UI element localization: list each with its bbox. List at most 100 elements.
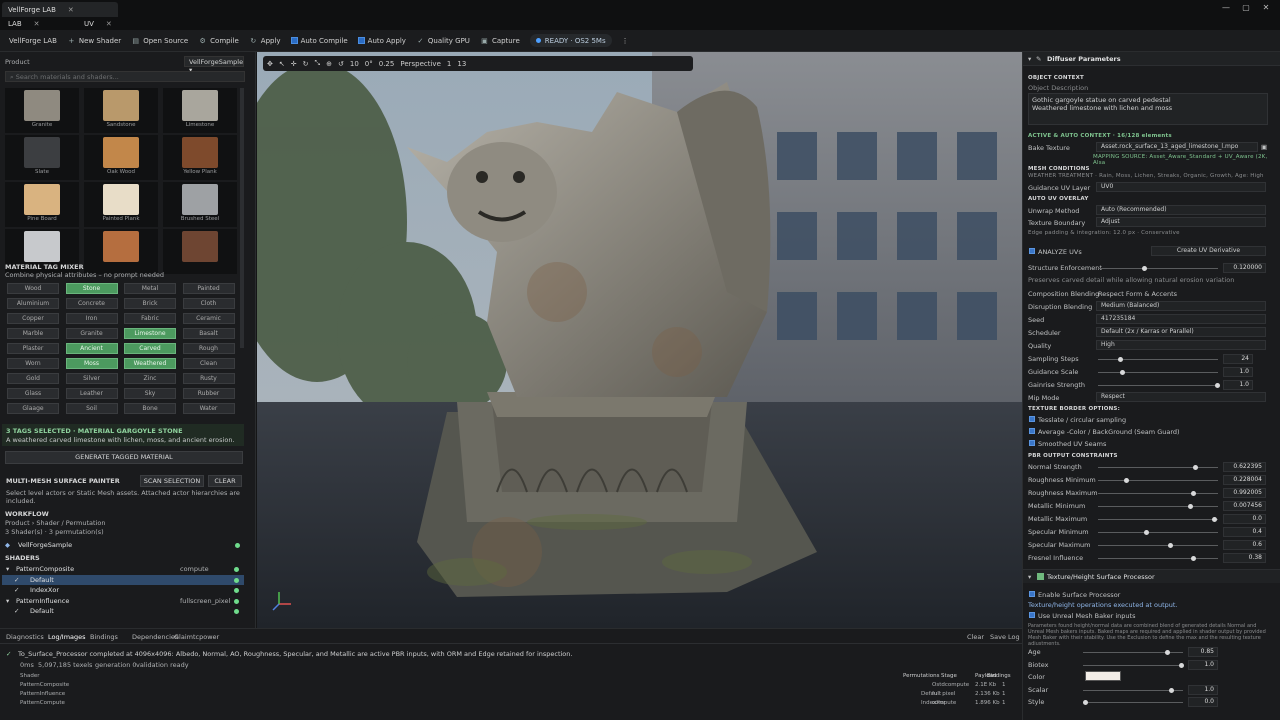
shader-row[interactable]: ✓ Default [2, 574, 244, 585]
pbr-slider[interactable] [1098, 465, 1218, 470]
tag-concrete[interactable]: Concrete [65, 298, 118, 309]
use-unreal-baker-checkbox[interactable] [1029, 612, 1035, 618]
scheduler-select[interactable]: Default (2x / Karras or Parallel) [1096, 327, 1266, 337]
tag-rough[interactable]: Rough [182, 343, 235, 354]
tag-sky[interactable]: Sky [124, 388, 176, 399]
prop-slider[interactable] [1083, 650, 1183, 655]
tag-moss[interactable]: Moss [65, 358, 118, 369]
material-scrollbar[interactable] [240, 88, 244, 348]
structure-enforcement-value[interactable]: 0.120000 [1223, 263, 1266, 273]
material-thumb[interactable]: Slate [5, 135, 79, 180]
tag-glass[interactable]: Glass [7, 388, 59, 399]
material-thumb[interactable] [84, 229, 158, 274]
bottom-tab[interactable]: Diagnostics [6, 633, 44, 641]
slider-knob[interactable] [1215, 383, 1220, 388]
tag-aluminium[interactable]: Aluminium [7, 298, 59, 309]
slider-knob[interactable] [1164, 650, 1170, 655]
pbr-value[interactable]: 0.38 [1223, 553, 1266, 563]
close-icon[interactable]: ✕ [34, 20, 40, 28]
tab-vellforge-lab[interactable]: VellForge LAB ✕ [2, 2, 118, 17]
material-thumb[interactable] [163, 229, 237, 274]
enable-surface-checkbox[interactable] [1029, 591, 1035, 597]
tag-fabric[interactable]: Fabric [124, 313, 176, 324]
tag-metal[interactable]: Metal [124, 283, 176, 294]
tab-uv[interactable]: UV ✕ [78, 16, 140, 31]
viewport-tool-2[interactable]: ✛ [291, 60, 297, 68]
material-thumb[interactable]: Painted Plank [84, 182, 158, 227]
pbr-value[interactable]: 0.007456 [1223, 501, 1266, 511]
quality-gpu-toggle[interactable]: ✓ Quality GPU [411, 32, 475, 50]
slider-knob[interactable] [1188, 504, 1194, 509]
material-thumb[interactable]: Granite [5, 88, 79, 133]
generate-tagged-material-button[interactable]: GENERATE TAGGED MATERIAL [5, 451, 243, 464]
height-processor-header[interactable]: ▾ Texture/Height Surface Processor [1023, 569, 1280, 583]
tag-iron[interactable]: Iron [65, 313, 118, 324]
tag-copper[interactable]: Copper [7, 313, 59, 324]
seed-input[interactable]: 417235184 [1096, 314, 1266, 324]
slider-knob[interactable] [1167, 543, 1173, 548]
viewport-tool-10[interactable]: Perspective [400, 60, 441, 68]
pbr-value[interactable]: 0.4 [1223, 527, 1266, 537]
tag-carved[interactable]: Carved [124, 343, 176, 354]
viewport-tool-6[interactable]: ↺ [338, 60, 344, 68]
slider-knob[interactable] [1118, 357, 1123, 362]
slider-knob[interactable] [1144, 530, 1150, 535]
tag-painted[interactable]: Painted [182, 283, 235, 294]
close-window-icon[interactable]: ✕ [1256, 2, 1276, 14]
pbr-slider[interactable] [1098, 504, 1218, 509]
material-thumb[interactable]: Limestone [163, 88, 237, 133]
tag-granite[interactable]: Granite [65, 328, 118, 339]
tex-opt3-checkbox[interactable] [1029, 440, 1035, 446]
tag-zinc[interactable]: Zinc [124, 373, 176, 384]
bottom-tab[interactable]: Bindings [90, 633, 118, 641]
pbr-value[interactable]: 0.992005 [1223, 488, 1266, 498]
tag-basalt[interactable]: Basalt [182, 328, 235, 339]
material-thumb[interactable]: Pine Board [5, 182, 79, 227]
material-thumb[interactable]: Sandstone [84, 88, 158, 133]
texture-boundary-select[interactable]: Adjust [1096, 217, 1266, 227]
tag-marble[interactable]: Marble [7, 328, 59, 339]
folder-icon[interactable]: ▣ [1261, 143, 1267, 151]
3d-viewport[interactable]: ✥ ↖ ✛ ↻ ⤡ ⊕ ↺ 10 0° 0.25 Perspective 1 13 [257, 52, 1022, 628]
slider-knob[interactable] [1169, 687, 1175, 693]
tag-water[interactable]: Water [182, 403, 235, 414]
tag-stone[interactable]: Stone [65, 283, 118, 294]
viewport-tool-8[interactable]: 0° [365, 60, 373, 68]
unwrap-method-select[interactable]: Auto (Recommended) [1096, 205, 1266, 215]
object-description-input[interactable]: Gothic gargoyle statue on carved pedesta… [1028, 93, 1268, 125]
maximize-icon[interactable]: ▢ [1236, 2, 1256, 14]
pbr-value[interactable]: 0.6 [1223, 540, 1266, 550]
viewport-tool-1[interactable]: ↖ [279, 60, 285, 68]
slider-knob[interactable] [1123, 478, 1129, 483]
material-search-input[interactable]: ⌕ Search materials and shaders... [5, 71, 245, 82]
bake-texture-select[interactable]: Asset.rock_surface_13_aged_limestone_l.m… [1096, 142, 1258, 152]
slider-knob[interactable] [1120, 370, 1125, 375]
viewport-tool-3[interactable]: ↻ [303, 60, 309, 68]
prop-value[interactable]: 0.85 [1188, 647, 1218, 657]
scan-selection-button[interactable]: SCAN SELECTION [140, 475, 204, 487]
viewport-tool-12[interactable]: 13 [457, 60, 466, 68]
bottom-tab[interactable]: Log/Images [48, 633, 86, 641]
apply-button[interactable]: ↻ Apply [244, 32, 286, 50]
sampling-steps-slider[interactable] [1098, 357, 1218, 362]
tag-wood[interactable]: Wood [7, 283, 59, 294]
guidance-uv-select[interactable]: UV0 [1096, 182, 1266, 192]
bottom-tab[interactable]: Dependencies [132, 633, 178, 641]
slider-knob[interactable] [1190, 556, 1196, 561]
shader-row[interactable]: ▾ PatternInfluence fullscreen_pixel [2, 596, 244, 606]
check-icon[interactable]: ✓ [14, 586, 19, 594]
viewport-tool-4[interactable]: ⤡ [315, 59, 321, 68]
guidance-scale-value[interactable]: 1.0 [1223, 367, 1253, 377]
tex-opt2-checkbox[interactable] [1029, 428, 1035, 434]
tag-leather[interactable]: Leather [65, 388, 118, 399]
tag-glaage[interactable]: Glaage [7, 403, 59, 414]
shader-row[interactable]: ▾ PatternComposite compute [2, 564, 244, 574]
collapse-icon[interactable]: ▾ [1028, 55, 1031, 63]
pbr-value[interactable]: 0.228004 [1223, 475, 1266, 485]
viewport-tool-5[interactable]: ⊕ [326, 60, 332, 68]
collapse-icon[interactable]: ▾ [1028, 573, 1031, 581]
viewport-tool-0[interactable]: ✥ [267, 60, 273, 68]
shader-row[interactable]: ✓ IndexXor [2, 585, 244, 595]
prop-slider[interactable] [1083, 687, 1183, 693]
tag-clean[interactable]: Clean [182, 358, 235, 369]
